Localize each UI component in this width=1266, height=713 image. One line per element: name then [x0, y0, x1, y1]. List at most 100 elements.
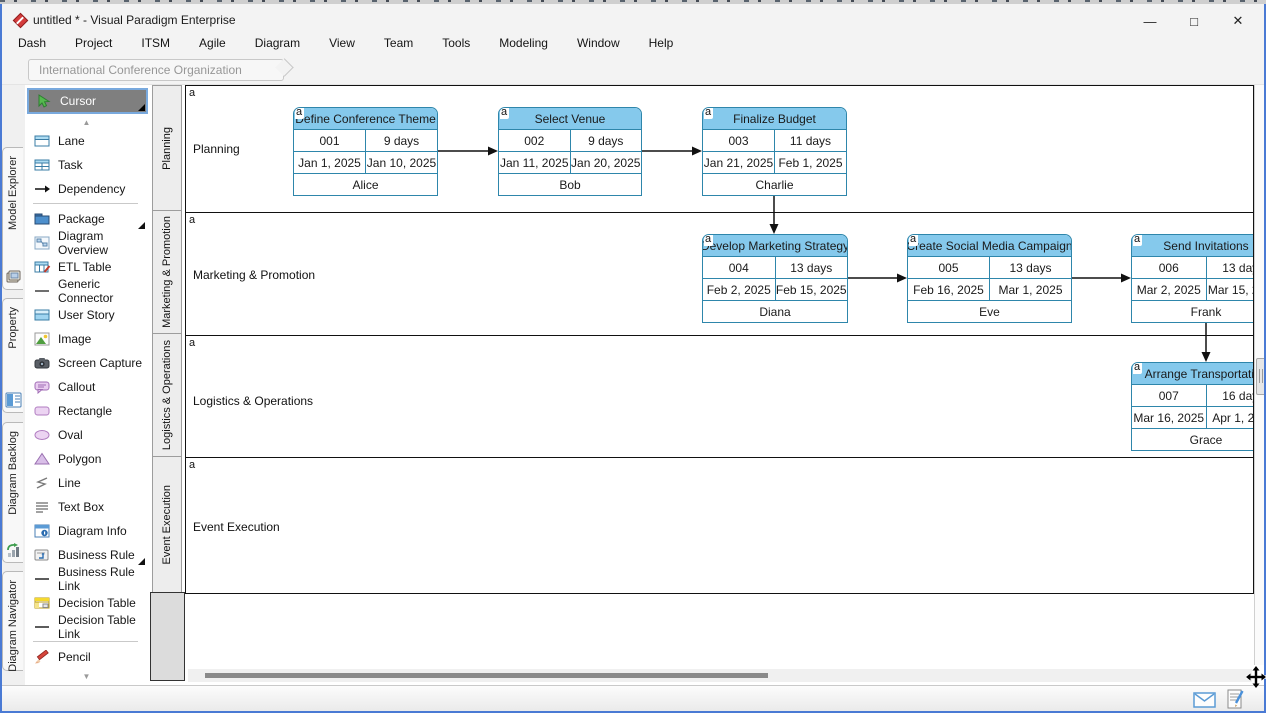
pool[interactable]: a a a a Planning Marketing & Promotion L…: [185, 85, 1254, 594]
menu-help[interactable]: Help: [649, 36, 674, 50]
task-owner: Bob: [499, 174, 641, 195]
statusbar: [0, 685, 1266, 713]
edit-document-button[interactable]: [1227, 689, 1244, 710]
toolbar-row: International Conference Organization: [0, 56, 1266, 85]
diagram-info-icon: [34, 524, 51, 538]
breadcrumb-label: International Conference Organization: [39, 63, 242, 77]
menu-tools[interactable]: Tools: [442, 36, 470, 50]
menubar: Dash Project ITSM Agile Diagram View Tea…: [0, 30, 1266, 56]
envelope-icon: [1193, 692, 1216, 708]
palette-item-rectangle[interactable]: Rectangle: [29, 400, 146, 422]
expand-corner-icon: [138, 222, 145, 229]
task-start: Feb 2, 2025: [703, 279, 776, 300]
business-rule-icon: [34, 548, 51, 562]
palette-item-dependency[interactable]: Dependency: [29, 178, 146, 200]
tab-property[interactable]: Property: [2, 298, 23, 413]
menu-modeling[interactable]: Modeling: [499, 36, 548, 50]
task-duration: 9 days: [571, 130, 642, 151]
palette-item-lane[interactable]: Lane: [29, 130, 146, 152]
lane-divider: [186, 212, 1253, 213]
generic-connector-icon: [34, 284, 51, 298]
palette-item-package[interactable]: Package: [29, 208, 146, 230]
task-arrange-transportation[interactable]: aArrange Transportation 00716 days Mar 1…: [1131, 362, 1254, 451]
task-end: Apr 1, 2025: [1207, 407, 1255, 428]
lane-header-event-execution[interactable]: Event Execution: [152, 456, 182, 593]
menu-diagram[interactable]: Diagram: [255, 36, 300, 50]
palette-item-line[interactable]: Line: [29, 472, 146, 494]
task-marker: a: [909, 235, 918, 246]
horizontal-scrollbar[interactable]: [188, 669, 1252, 682]
palette-item-cursor[interactable]: Cursor: [27, 88, 148, 114]
tab-diagram-backlog[interactable]: Diagram Backlog: [2, 422, 23, 563]
palette-scroll-down[interactable]: ▼: [25, 670, 148, 682]
menu-itsm[interactable]: ITSM: [141, 36, 170, 50]
task-marker: a: [704, 108, 713, 119]
task-develop-marketing-strategy[interactable]: aDevelop Marketing Strategy 00413 days F…: [702, 234, 848, 323]
palette-item-business-rule[interactable]: Business Rule: [29, 544, 146, 566]
palette-scroll-up[interactable]: ▲: [25, 116, 148, 128]
lane-marker: a: [189, 215, 195, 226]
message-pane-button[interactable]: [1193, 692, 1216, 708]
menu-team[interactable]: Team: [384, 36, 413, 50]
task-end: Feb 1, 2025: [775, 152, 846, 173]
task-select-venue[interactable]: aSelect Venue 0029 days Jan 11, 2025Jan …: [498, 107, 642, 196]
user-story-icon: [34, 308, 51, 322]
task-id: 001: [294, 130, 366, 151]
palette-item-task[interactable]: Task: [29, 154, 146, 176]
palette-item-generic-connector[interactable]: Generic Connector: [29, 280, 146, 302]
palette-item-pencil[interactable]: Pencil: [29, 646, 146, 668]
tab-model-explorer[interactable]: Model Explorer: [2, 147, 23, 290]
palette-item-diagram-info[interactable]: Diagram Info: [29, 520, 146, 542]
tab-diagram-navigator[interactable]: Diagram Navigator: [2, 571, 23, 671]
menu-window[interactable]: Window: [577, 36, 620, 50]
palette-item-decision-table-link[interactable]: Decision Table Link: [29, 616, 146, 638]
task-marker: a: [1133, 363, 1142, 374]
palette-separator: [33, 203, 138, 204]
task-duration: 16 days: [1207, 385, 1255, 406]
lane-header-logistics[interactable]: Logistics & Operations: [152, 333, 182, 457]
palette-item-text-box[interactable]: Text Box: [29, 496, 146, 518]
palette-item-oval[interactable]: Oval: [29, 424, 146, 446]
menu-agile[interactable]: Agile: [199, 36, 226, 50]
palette-item-callout[interactable]: Callout: [29, 376, 146, 398]
task-id: 002: [499, 130, 571, 151]
task-finalize-budget[interactable]: aFinalize Budget 00311 days Jan 21, 2025…: [702, 107, 847, 196]
menu-dash[interactable]: Dash: [18, 36, 46, 50]
palette-item-image[interactable]: Image: [29, 328, 146, 350]
diagram-canvas[interactable]: Planning Marketing & Promotion Logistics…: [148, 85, 1266, 685]
palette-item-user-story[interactable]: User Story: [29, 304, 146, 326]
lane-header-planning[interactable]: Planning: [152, 85, 182, 211]
task-title: Arrange Transportation: [1145, 367, 1254, 381]
lane-label-event-execution: Event Execution: [193, 520, 280, 534]
package-folder-icon: [34, 212, 51, 226]
menu-project[interactable]: Project: [75, 36, 112, 50]
task-title: Develop Marketing Strategy: [703, 239, 847, 253]
expand-corner-icon: [138, 558, 145, 565]
palette-item-decision-table[interactable]: Decision Table: [29, 592, 146, 614]
task-id: 006: [1132, 257, 1207, 278]
breadcrumb[interactable]: International Conference Organization: [28, 59, 284, 81]
task-define-conference-theme[interactable]: aDefine Conference Theme 0019 days Jan 1…: [293, 107, 438, 196]
palette-item-polygon[interactable]: Polygon: [29, 448, 146, 470]
task-send-invitations[interactable]: aSend Invitations 00613 days Mar 2, 2025…: [1131, 234, 1254, 323]
horizontal-scrollbar-thumb[interactable]: [205, 673, 768, 678]
task-title: Define Conference Theme: [295, 112, 436, 126]
palette-item-diagram-overview[interactable]: Diagram Overview: [29, 232, 146, 254]
task-create-social-media-campaign[interactable]: aCreate Social Media Campaign 00513 days…: [907, 234, 1072, 323]
lane-header-marketing[interactable]: Marketing & Promotion: [152, 210, 182, 334]
task-title: Create Social Media Campaign: [908, 239, 1071, 253]
oval-icon: [34, 428, 51, 442]
decision-table-link-icon: [34, 620, 51, 634]
diagram-overview-icon: [34, 236, 51, 250]
task-owner: Frank: [1132, 301, 1254, 322]
task-title: Finalize Budget: [733, 112, 816, 126]
task-owner: Alice: [294, 174, 437, 195]
cursor-icon: [36, 94, 53, 108]
palette-item-etl-table[interactable]: ETL Table: [29, 256, 146, 278]
palette-item-business-rule-link[interactable]: Business Rule Link: [29, 568, 146, 590]
task-end: Jan 10, 2025: [366, 152, 437, 173]
titlebar: untitled * - Visual Paradigm Enterprise …: [0, 4, 1266, 30]
task-marker: a: [500, 108, 509, 119]
menu-view[interactable]: View: [329, 36, 355, 50]
palette-item-screen-capture[interactable]: Screen Capture: [29, 352, 146, 374]
